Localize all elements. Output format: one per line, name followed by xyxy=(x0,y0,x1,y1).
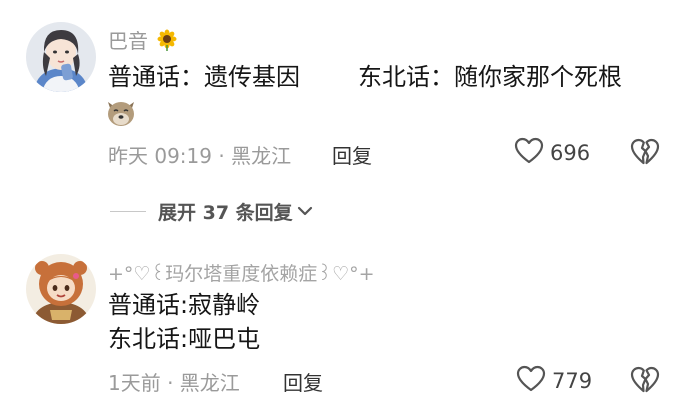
reply-button[interactable]: 回复 xyxy=(332,140,372,169)
reply-button[interactable]: 回复 xyxy=(283,367,323,396)
comment-item: 巴音 普通话：遗传基因 东北话：随你家那个死根 昨天 09:19 · 黑龙江 回… xyxy=(0,0,690,224)
comment-text-part: 东北话：随你家那个死根 xyxy=(358,63,622,91)
dislike-button[interactable] xyxy=(630,366,660,398)
dog-face-icon xyxy=(104,98,138,128)
broken-heart-icon xyxy=(630,138,660,170)
username[interactable]: +°♡꒰玛尔塔重度依赖症꒱♡°+ xyxy=(108,259,375,286)
expand-replies-label: 展开 37 条回复 xyxy=(158,202,293,224)
comment-meta: 昨天 09:19 · 黑龙江 xyxy=(108,144,292,168)
chevron-down-icon xyxy=(297,202,313,221)
comment-text: 普通话:寂静岭 东北话:哑巴屯 xyxy=(108,288,260,356)
comment-text-line: 普通话:寂静岭 xyxy=(108,291,261,319)
comment-text-line: 东北话:哑巴屯 xyxy=(108,325,261,353)
sunflower-icon xyxy=(156,29,178,56)
dislike-button[interactable] xyxy=(630,138,660,170)
comment-meta: 1天前 · 黑龙江 xyxy=(108,371,240,395)
divider xyxy=(110,211,146,212)
broken-heart-icon xyxy=(630,366,660,398)
username[interactable]: 巴音 xyxy=(108,25,178,56)
like-button[interactable]: 779 xyxy=(516,365,592,397)
like-count: 779 xyxy=(552,369,593,393)
comment-text: 普通话：遗传基因 东北话：随你家那个死根 xyxy=(108,60,622,94)
heart-outline-icon xyxy=(516,365,546,397)
heart-outline-icon xyxy=(514,137,544,169)
avatar[interactable] xyxy=(26,254,96,324)
avatar[interactable] xyxy=(26,22,96,92)
comment-item: +°♡꒰玛尔塔重度依赖症꒱♡°+ 普通话:寂静岭 东北话:哑巴屯 1天前 · 黑… xyxy=(0,248,690,413)
comment-text-part: 普通话：遗传基因 xyxy=(108,63,300,91)
like-count: 696 xyxy=(550,141,591,165)
like-button[interactable]: 696 xyxy=(514,137,590,169)
expand-replies-button[interactable]: 展开 37 条回复 xyxy=(110,198,313,225)
